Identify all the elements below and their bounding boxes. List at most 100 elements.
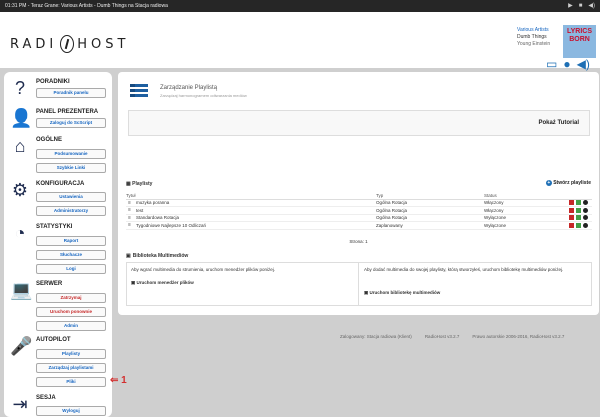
page-subtitle: Zarządzaj harmonogramem odtwarzania medi… [160, 93, 247, 98]
home-icon: ⌂ [14, 136, 26, 156]
sidebar: ? PORADNIKI Poradnik panelu 👤 PANEL PREZ… [4, 72, 112, 417]
gear-icon: ⚙ [11, 180, 29, 200]
copy-icon[interactable] [576, 215, 581, 221]
row-actions [554, 222, 592, 228]
admins-button[interactable]: Administratorzy [36, 206, 106, 216]
playlist-type: Ogólna Rotacja [376, 199, 484, 207]
delete-icon[interactable] [569, 207, 574, 213]
player-controls: ▶ ■ ◀) [568, 3, 595, 9]
admin-button[interactable]: Admin [36, 321, 106, 331]
library-header: Biblioteka Multimediów [126, 253, 189, 259]
stop-icon[interactable]: ■ [579, 3, 583, 9]
section-title: KONFIGURACJA [36, 181, 85, 187]
list-icon [130, 84, 148, 98]
microphone-icon[interactable]: ● [563, 58, 570, 70]
delete-icon[interactable] [569, 215, 574, 221]
volume-icon[interactable]: ◀) [577, 58, 590, 70]
track-artist: Various Artists [517, 27, 549, 33]
playlists-header: ▦ Playlisty [126, 181, 153, 187]
delete-icon[interactable] [569, 222, 574, 228]
playlist-type: Zaplanowany [376, 221, 484, 230]
pagination: Strona: 1 [349, 239, 368, 244]
header-icons: ▭ ● ◀) [546, 58, 590, 70]
table-row[interactable]: Tygodniowe Najlepsze 10 Odliczań Zaplano… [126, 221, 592, 230]
library-left-text: Aby wgrać multimedia do strumienia, uruc… [131, 267, 276, 272]
col-type: Typ [376, 192, 484, 200]
restart-server-button[interactable]: Uruchom ponownie [36, 307, 106, 317]
row-actions [554, 200, 592, 206]
summary-button[interactable]: Podsumowanie [36, 149, 106, 159]
gear-icon[interactable] [583, 200, 588, 206]
playlist-title: muzyka poranna [126, 199, 376, 207]
table-row[interactable]: muzyka poranna Ogólna Rotacja Włączony [126, 199, 592, 207]
add-playlist-label: Stwórz playliste [553, 180, 591, 186]
media-library-label: Uruchom bibliotekę multimediów [369, 290, 441, 295]
question-icon: ? [14, 78, 25, 98]
playlist-type: Ogólna Rotacja [376, 206, 484, 215]
section-title: AUTOPILOT [36, 337, 71, 343]
col-actions [554, 192, 592, 200]
report-button[interactable]: Raport [36, 236, 106, 246]
col-status: Status [484, 192, 554, 200]
microphone-icon: 🎤 [10, 336, 33, 356]
copy-icon[interactable] [576, 222, 581, 228]
footer-copyright: Prawo autorskie 2006-2016, RadioHost v3.… [472, 334, 565, 339]
settings-button[interactable]: Ustawienia [36, 192, 106, 202]
library-right: Aby dodać multimedia do swojej playlisty… [360, 263, 592, 305]
section-title: PORADNIKI [36, 79, 70, 85]
gear-icon[interactable] [583, 215, 588, 221]
play-icon[interactable]: ▶ [568, 3, 573, 9]
volume-icon[interactable]: ◀) [588, 3, 595, 9]
table-row[interactable]: Standardowa Rotacja Ogólna Rotacja Wyłąc… [126, 214, 592, 222]
section-title: SERWER [36, 281, 63, 287]
playlist-status: Wyłączone [484, 214, 554, 222]
quick-links-button[interactable]: Szybkie Linki [36, 163, 106, 173]
user-icon: 👤 [10, 108, 33, 128]
footer-version: RadioHost v3.2.7 [424, 334, 460, 339]
stop-server-button[interactable]: Zatrzymaj [36, 293, 106, 303]
delete-icon[interactable] [569, 200, 574, 206]
playlist-title: Standardowa Rotacja [126, 214, 376, 222]
pie-chart-icon: ◔ [14, 223, 26, 243]
files-button[interactable]: Pliki [36, 377, 106, 387]
playlists-button[interactable]: Playlisty [36, 349, 106, 359]
file-manager-link[interactable]: ▣ Uruchom menedżer plików [131, 280, 194, 286]
copy-icon[interactable] [576, 207, 581, 213]
page-title: Zarządzanie Playlistą [160, 85, 218, 91]
add-playlist-button[interactable]: + Stwórz playliste [545, 180, 591, 186]
library-left: Aby wgrać multimedia do strumienia, uruc… [127, 263, 359, 305]
tutorial-button[interactable]: Pokaż Tutorial [538, 120, 579, 126]
copy-icon[interactable] [576, 200, 581, 206]
now-playing-info: Various Artists Dumb Things Young Einste… [517, 27, 550, 48]
file-manager-label: Uruchom menedżer plików [136, 280, 194, 285]
media-library-link[interactable]: ▣ Uruchom bibliotekę multimediów [364, 290, 440, 296]
playlist-status: Wyłączone [484, 221, 554, 230]
listeners-button[interactable]: Słuchacze [36, 250, 106, 260]
gear-icon[interactable] [583, 222, 588, 228]
footer-login: Zalogowany: Stacja radiowa (Klient) [340, 334, 412, 339]
playlist-title: test [126, 206, 376, 215]
guide-button[interactable]: Poradnik panelu [36, 88, 106, 98]
section-title: OGÓLNE [36, 137, 63, 143]
section-title: STATYSTYKI [36, 224, 73, 230]
logs-button[interactable]: Logi [36, 264, 106, 274]
logo-mark-icon [60, 35, 75, 53]
now-playing-text: 01:31 PM - Teraz Grane: Various Artists … [5, 3, 168, 9]
playlists-table: Tytuł Typ Status muzyka poranna Ogólna R… [126, 192, 592, 230]
gear-icon[interactable] [583, 207, 588, 213]
annotation-number: 1 [121, 375, 127, 386]
header: RADI HOST Various Artists Dumb Things Yo… [0, 12, 600, 70]
logo-text-right: HOST [77, 36, 130, 52]
playlists-header-label: Playlisty [132, 181, 153, 187]
logo-text-left: RADI [10, 36, 58, 52]
logout-button[interactable]: Wyloguj [36, 406, 106, 416]
plus-icon: + [545, 180, 552, 186]
annotation-arrow: ⇐ 1 [110, 375, 127, 386]
footer-logged-label: Zalogowany: [340, 334, 366, 339]
playlist-status: Włączony [484, 206, 554, 215]
table-row[interactable]: test Ogólna Rotacja Włączony [126, 206, 592, 215]
scscript-login-button[interactable]: Zaloguj do ScScript [36, 118, 106, 128]
monitor-icon[interactable]: ▭ [546, 58, 557, 70]
manage-playlists-button[interactable]: Zarządzaj playlistami [36, 363, 106, 373]
main-panel: Zarządzanie Playlistą Zarządzaj harmonog… [118, 72, 599, 315]
